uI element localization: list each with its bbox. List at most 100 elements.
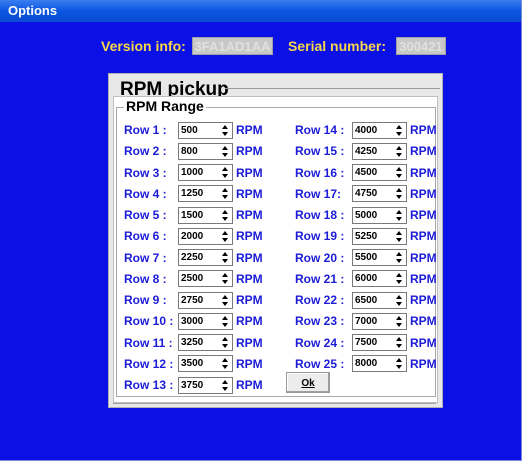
spinner-arrows-icon[interactable] <box>393 356 406 371</box>
arrow-up-icon[interactable] <box>396 145 402 150</box>
arrow-down-icon[interactable] <box>396 237 402 242</box>
arrow-up-icon[interactable] <box>222 230 228 235</box>
spinner-arrows-icon[interactable] <box>219 356 232 371</box>
spinner-arrows-icon[interactable] <box>393 293 406 308</box>
spinner-arrows-icon[interactable] <box>393 208 406 223</box>
rpm-spinner[interactable]: 3250 <box>178 334 233 351</box>
spinner-arrows-icon[interactable] <box>219 208 232 223</box>
spinner-arrows-icon[interactable] <box>219 144 232 159</box>
rpm-value[interactable]: 3000 <box>181 315 203 329</box>
arrow-up-icon[interactable] <box>222 252 228 256</box>
rpm-spinner[interactable]: 2500 <box>178 270 233 288</box>
arrow-down-icon[interactable] <box>222 152 228 157</box>
rpm-value[interactable]: 3250 <box>181 336 203 350</box>
rpm-spinner[interactable]: 4000 <box>352 121 407 139</box>
arrow-down-icon[interactable] <box>222 301 228 306</box>
rpm-value[interactable]: 5250 <box>355 230 377 244</box>
spinner-arrows-icon[interactable] <box>393 186 406 201</box>
arrow-up-icon[interactable] <box>222 167 228 171</box>
spinner-arrows-icon[interactable] <box>219 186 232 201</box>
arrow-down-icon[interactable] <box>222 344 228 348</box>
rpm-value[interactable]: 1000 <box>181 166 203 180</box>
rpm-value[interactable]: 2500 <box>181 272 203 286</box>
arrow-down-icon[interactable] <box>222 322 228 327</box>
rpm-value[interactable]: 3750 <box>181 379 203 393</box>
rpm-spinner[interactable]: 5500 <box>352 249 407 266</box>
spinner-arrows-icon[interactable] <box>219 293 232 308</box>
rpm-spinner[interactable]: 6000 <box>352 270 407 288</box>
arrow-up-icon[interactable] <box>222 315 228 320</box>
arrow-down-icon[interactable] <box>222 216 228 221</box>
spinner-arrows-icon[interactable] <box>219 314 232 329</box>
rpm-value[interactable]: 7500 <box>355 336 377 350</box>
spinner-arrows-icon[interactable] <box>393 165 406 180</box>
rpm-value[interactable]: 2000 <box>181 230 203 244</box>
arrow-up-icon[interactable] <box>396 273 402 278</box>
rpm-value[interactable]: 6000 <box>355 272 377 286</box>
arrow-down-icon[interactable] <box>396 195 402 200</box>
arrow-down-icon[interactable] <box>222 131 228 136</box>
rpm-spinner[interactable]: 4750 <box>352 185 407 203</box>
rpm-spinner[interactable]: 2250 <box>178 249 233 266</box>
rpm-value[interactable]: 2250 <box>181 251 203 265</box>
arrow-up-icon[interactable] <box>396 209 402 214</box>
arrow-down-icon[interactable] <box>396 259 402 263</box>
rpm-spinner[interactable]: 500 <box>178 121 233 139</box>
arrow-down-icon[interactable] <box>222 174 228 178</box>
ok-button[interactable]: Ok <box>286 372 330 393</box>
rpm-spinner[interactable]: 1500 <box>178 206 233 224</box>
spinner-arrows-icon[interactable] <box>393 250 406 265</box>
arrow-up-icon[interactable] <box>396 315 402 320</box>
arrow-down-icon[interactable] <box>396 152 402 157</box>
arrow-down-icon[interactable] <box>222 386 228 391</box>
rpm-value[interactable]: 7000 <box>355 315 377 329</box>
rpm-spinner[interactable]: 800 <box>178 142 233 160</box>
rpm-value[interactable]: 5500 <box>355 251 377 265</box>
rpm-value[interactable]: 6500 <box>355 294 377 308</box>
arrow-down-icon[interactable] <box>222 259 228 263</box>
rpm-value[interactable]: 1250 <box>181 187 203 201</box>
rpm-spinner[interactable]: 7000 <box>352 312 407 330</box>
arrow-up-icon[interactable] <box>396 294 402 299</box>
arrow-up-icon[interactable] <box>222 273 228 278</box>
arrow-up-icon[interactable] <box>396 124 402 129</box>
rpm-spinner[interactable]: 4250 <box>352 142 407 160</box>
rpm-value[interactable]: 5000 <box>355 209 377 223</box>
rpm-spinner[interactable]: 3000 <box>178 312 233 330</box>
arrow-down-icon[interactable] <box>222 365 228 370</box>
arrow-up-icon[interactable] <box>222 358 228 363</box>
spinner-arrows-icon[interactable] <box>219 165 232 180</box>
rpm-spinner[interactable]: 1000 <box>178 164 233 181</box>
spinner-arrows-icon[interactable] <box>393 335 406 350</box>
arrow-up-icon[interactable] <box>396 252 402 256</box>
rpm-value[interactable]: 500 <box>181 124 198 138</box>
arrow-up-icon[interactable] <box>222 145 228 150</box>
rpm-spinner[interactable]: 4500 <box>352 164 407 181</box>
rpm-spinner[interactable]: 1250 <box>178 185 233 203</box>
spinner-arrows-icon[interactable] <box>393 271 406 286</box>
rpm-value[interactable]: 8000 <box>355 357 377 371</box>
rpm-value[interactable]: 3500 <box>181 357 203 371</box>
arrow-up-icon[interactable] <box>396 188 402 193</box>
spinner-arrows-icon[interactable] <box>219 123 232 138</box>
spinner-arrows-icon[interactable] <box>219 335 232 350</box>
arrow-down-icon[interactable] <box>396 216 402 221</box>
arrow-up-icon[interactable] <box>222 188 228 193</box>
arrow-up-icon[interactable] <box>396 230 402 235</box>
spinner-arrows-icon[interactable] <box>219 250 232 265</box>
arrow-up-icon[interactable] <box>396 167 402 171</box>
arrow-down-icon[interactable] <box>396 322 402 327</box>
arrow-up-icon[interactable] <box>396 337 402 341</box>
arrow-down-icon[interactable] <box>222 280 228 285</box>
arrow-down-icon[interactable] <box>396 174 402 178</box>
rpm-spinner[interactable]: 7500 <box>352 334 407 351</box>
rpm-value[interactable]: 800 <box>181 145 198 159</box>
rpm-value[interactable]: 4250 <box>355 145 377 159</box>
arrow-up-icon[interactable] <box>396 358 402 363</box>
arrow-down-icon[interactable] <box>396 280 402 285</box>
spinner-arrows-icon[interactable] <box>219 378 232 393</box>
spinner-arrows-icon[interactable] <box>393 123 406 138</box>
arrow-up-icon[interactable] <box>222 209 228 214</box>
rpm-value[interactable]: 1500 <box>181 209 203 223</box>
rpm-value[interactable]: 4500 <box>355 166 377 180</box>
